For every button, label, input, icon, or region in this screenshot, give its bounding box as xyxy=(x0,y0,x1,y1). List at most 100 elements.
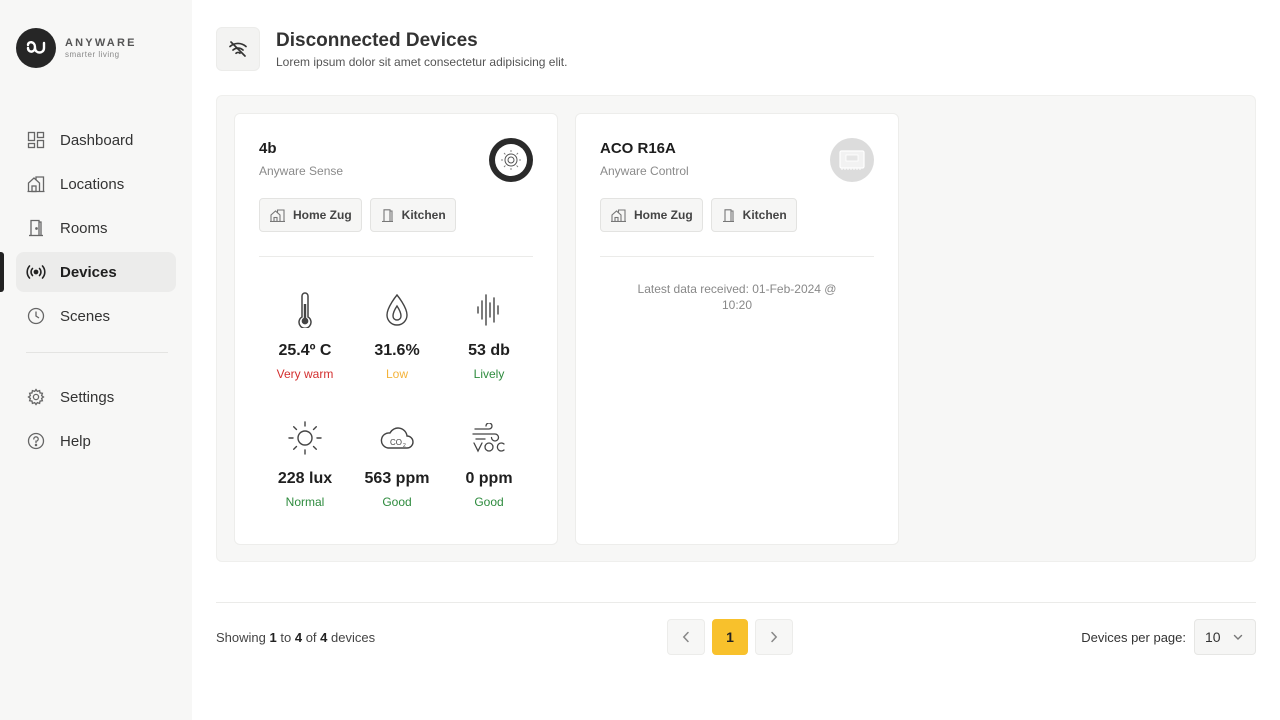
dashboard-icon xyxy=(26,130,46,150)
brand[interactable]: ANYWARE smarter living xyxy=(16,28,137,68)
brand-name: ANYWARE xyxy=(65,37,137,49)
devices-panel: 4b Anyware Sense Home Zug Kitchen 25.4º … xyxy=(216,95,1256,562)
co2-cloud-icon: CO 2 xyxy=(351,419,443,457)
chevron-down-icon xyxy=(1233,634,1243,640)
nav-item-rooms[interactable]: Rooms xyxy=(16,208,176,248)
per-page-control: Devices per page: 10 xyxy=(1081,619,1256,655)
range-of-word: of xyxy=(305,630,317,645)
per-page-select[interactable]: 10 xyxy=(1194,619,1256,655)
results-summary: Showing 1 to 4 of 4 devices xyxy=(216,630,375,645)
scenes-icon xyxy=(26,306,46,326)
door-icon xyxy=(722,208,734,222)
sidebar: ANYWARE smarter living Dashboard Locatio… xyxy=(0,0,192,720)
rooms-icon xyxy=(26,218,46,238)
active-nav-indicator xyxy=(0,252,4,292)
metric-status: Lively xyxy=(473,367,505,381)
nav-label: Settings xyxy=(60,388,115,406)
page-title: Disconnected Devices xyxy=(276,30,478,51)
nav-label: Locations xyxy=(60,175,125,193)
metric-value: 0 ppm xyxy=(465,470,513,487)
nav-label: Devices xyxy=(60,263,117,281)
nav-label: Scenes xyxy=(60,307,111,325)
chevron-left-icon xyxy=(682,631,689,643)
room-tag[interactable]: Kitchen xyxy=(369,198,456,232)
nav-item-settings[interactable]: Settings xyxy=(16,377,176,417)
metric-status: Very warm xyxy=(276,367,334,381)
next-page-button[interactable] xyxy=(755,619,793,655)
gear-icon xyxy=(26,387,46,407)
building-icon xyxy=(270,208,285,222)
card-divider xyxy=(600,256,874,257)
control-device-icon xyxy=(830,138,874,182)
last-data-received: Latest data received: 01-Feb-2024 @ 10:2… xyxy=(637,282,837,312)
room-tag[interactable]: Kitchen xyxy=(710,198,797,232)
help-icon xyxy=(26,431,46,451)
brand-logo-icon xyxy=(16,28,56,68)
nav-item-devices[interactable]: Devices xyxy=(16,252,176,292)
per-page-label: Devices per page: xyxy=(1081,629,1186,645)
door-icon xyxy=(381,208,393,222)
metric-value: 563 ppm xyxy=(364,470,430,487)
metric-co2: CO 2 563 ppm Good xyxy=(351,419,443,509)
metric-humidity: 31.6% Low xyxy=(351,291,443,381)
device-type: Anyware Sense xyxy=(259,164,344,178)
prev-page-button[interactable] xyxy=(667,619,705,655)
location-tag[interactable]: Home Zug xyxy=(600,198,703,232)
wifi-off-icon xyxy=(216,27,260,71)
nav-label: Rooms xyxy=(60,219,108,237)
device-card[interactable]: ACO R16A Anyware Control Home Zug Kitche… xyxy=(575,113,899,545)
main-nav: Dashboard Locations Rooms Devices Scenes xyxy=(16,120,176,340)
range-to: 4 xyxy=(294,630,303,645)
range-to-word: to xyxy=(280,630,292,645)
nav-divider xyxy=(26,352,168,353)
metric-value: 25.4º C xyxy=(278,342,332,359)
location-name: Home Zug xyxy=(634,208,693,222)
page-subtitle: Lorem ipsum dolor sit amet consectetur a… xyxy=(276,55,568,69)
metric-voc: 0 ppm Good xyxy=(443,419,535,509)
metric-sound: 53 db Lively xyxy=(443,291,535,381)
room-name: Kitchen xyxy=(401,208,446,222)
humidity-icon xyxy=(351,291,443,329)
location-tag[interactable]: Home Zug xyxy=(259,198,362,232)
devices-icon xyxy=(26,262,46,282)
range-from: 1 xyxy=(269,630,277,645)
brand-tagline: smarter living xyxy=(65,50,120,59)
device-name: 4b xyxy=(259,140,277,157)
chevron-right-icon xyxy=(771,631,778,643)
nav-label: Dashboard xyxy=(60,131,134,149)
metric-status: Good xyxy=(382,495,412,509)
thermometer-icon xyxy=(259,291,351,329)
card-divider xyxy=(259,256,533,257)
metric-status: Good xyxy=(474,495,504,509)
sense-device-icon xyxy=(489,138,533,182)
svg-text:2: 2 xyxy=(403,443,406,449)
building-icon xyxy=(611,208,626,222)
metric-value: 31.6% xyxy=(374,342,420,359)
metric-temperature: 25.4º C Very warm xyxy=(259,291,351,381)
location-name: Home Zug xyxy=(293,208,352,222)
secondary-nav: Settings Help xyxy=(16,377,176,465)
device-card[interactable]: 4b Anyware Sense Home Zug Kitchen 25.4º … xyxy=(234,113,558,545)
metric-status: Normal xyxy=(285,495,325,509)
showing-suffix: devices xyxy=(331,630,376,645)
footer-divider xyxy=(216,602,1256,603)
nav-label: Help xyxy=(60,432,91,450)
voc-icon xyxy=(443,419,535,457)
sun-icon xyxy=(259,419,351,457)
device-type: Anyware Control xyxy=(600,164,689,178)
locations-icon xyxy=(26,174,46,194)
metric-light: 228 lux Normal xyxy=(259,419,351,509)
nav-item-scenes[interactable]: Scenes xyxy=(16,296,176,336)
svg-text:CO: CO xyxy=(390,438,402,447)
nav-item-dashboard[interactable]: Dashboard xyxy=(16,120,176,160)
pagination: 1 xyxy=(667,619,800,655)
metric-value: 53 db xyxy=(468,342,510,359)
total-count: 4 xyxy=(320,630,328,645)
page-button-current[interactable]: 1 xyxy=(712,619,748,655)
per-page-value: 10 xyxy=(1205,629,1221,645)
nav-item-locations[interactable]: Locations xyxy=(16,164,176,204)
nav-item-help[interactable]: Help xyxy=(16,421,176,461)
metric-value: 228 lux xyxy=(277,470,333,487)
device-name: ACO R16A xyxy=(600,140,676,157)
showing-prefix: Showing xyxy=(216,630,266,645)
